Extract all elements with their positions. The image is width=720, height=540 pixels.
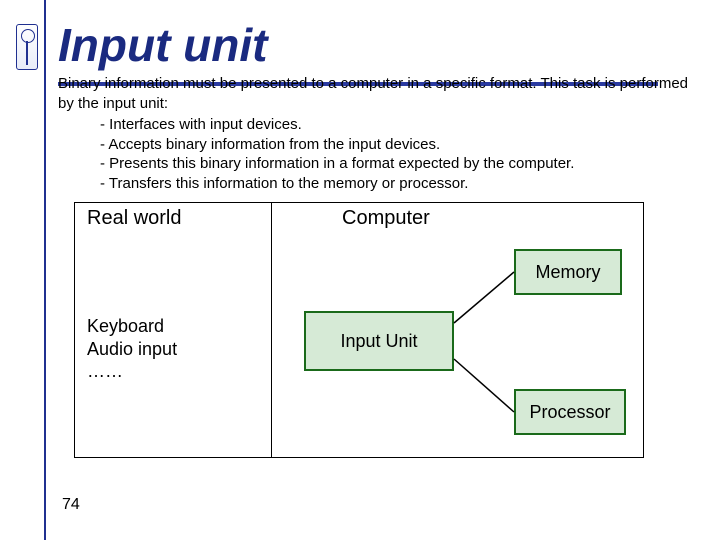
input-devices-list: Keyboard Audio input …… (87, 315, 177, 383)
connectors (272, 203, 644, 459)
diagram: Real world Keyboard Audio input …… Compu… (74, 202, 644, 458)
real-world-box: Real world Keyboard Audio input …… (74, 202, 272, 458)
lead-text: Binary information must be presented to … (58, 74, 688, 113)
slide-title: Input unit (58, 18, 267, 72)
input-device: …… (87, 360, 177, 383)
input-device: Keyboard (87, 315, 177, 338)
bullet: - Transfers this information to the memo… (100, 174, 688, 194)
bullet: - Accepts binary information from the in… (100, 135, 688, 155)
bullet: - Presents this binary information in a … (100, 154, 688, 174)
input-device: Audio input (87, 338, 177, 361)
side-rule (44, 0, 46, 540)
computer-box: Computer Input Unit Memory Processor (272, 202, 644, 458)
body-text: Binary information must be presented to … (58, 74, 688, 193)
real-world-label: Real world (87, 207, 181, 230)
page-number: 74 (62, 496, 80, 514)
bullet: - Interfaces with input devices. (100, 115, 688, 135)
person-icon (16, 24, 38, 70)
